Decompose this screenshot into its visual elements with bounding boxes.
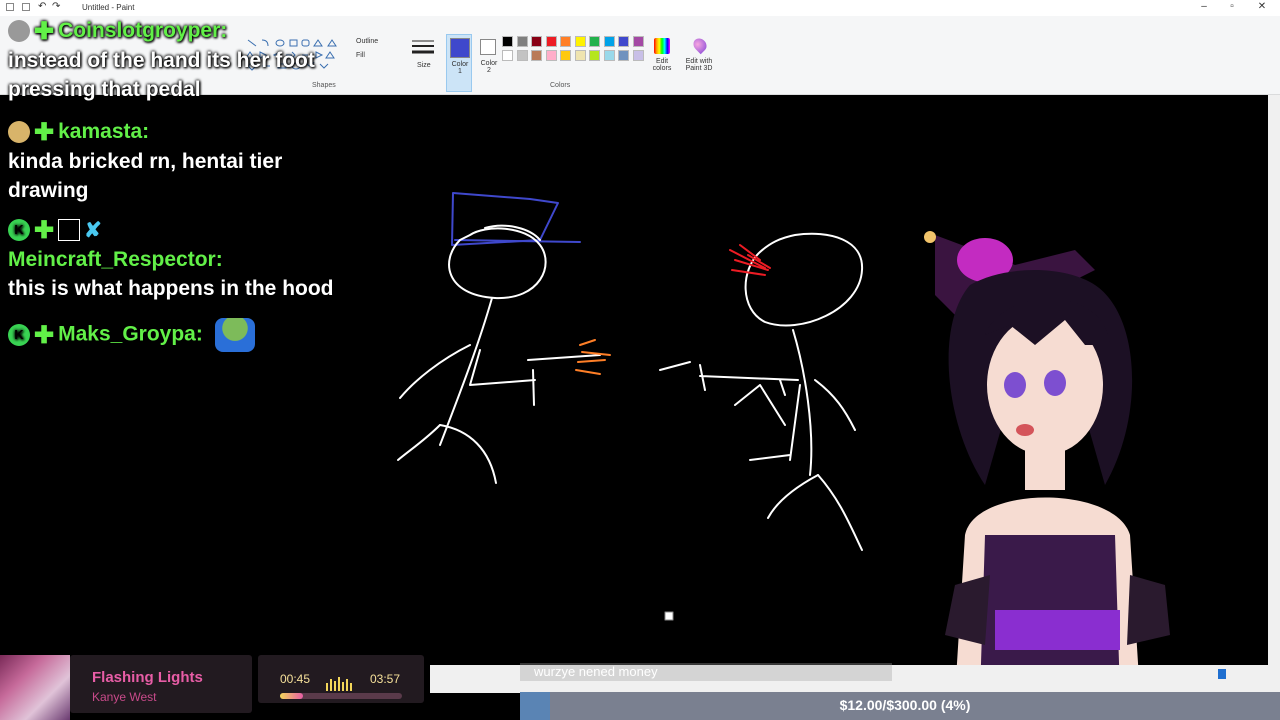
chat-message-line: pressing that pedal	[8, 77, 201, 101]
chat-message-line: this is what happens in the hood	[8, 276, 334, 300]
color1-button[interactable]: Color 1	[446, 34, 472, 92]
edit-colors-label: Edit colors	[652, 58, 672, 72]
donation-goal-bar: $12.00/$300.00 (4%)	[520, 692, 1280, 720]
window-title: Untitled - Paint	[82, 3, 135, 12]
chat-message: ✚ kamasta: kinda bricked rn, hentai tier …	[8, 117, 282, 205]
song-title: Flashing Lights	[92, 669, 203, 686]
paint3d-icon	[690, 35, 710, 55]
paint-app-icon	[6, 3, 14, 11]
color-wheel-icon	[654, 38, 670, 54]
edit-paint3d-label: Edit with Paint 3D	[685, 58, 713, 72]
palette-swatch[interactable]	[545, 50, 557, 61]
coin-badge-icon	[8, 20, 30, 43]
scroll-thumb[interactable]	[1218, 669, 1226, 679]
palette-swatch[interactable]	[531, 50, 542, 61]
palette-swatch[interactable]	[574, 36, 586, 47]
maximize-button[interactable]: ▫	[1222, 1, 1242, 12]
color2-swatch	[480, 39, 496, 55]
vertical-scrollbar[interactable]	[1268, 95, 1280, 670]
chat-message: K ✚ Maks_Groypa:	[8, 318, 259, 352]
palette-swatch[interactable]	[545, 36, 557, 47]
color2-label: Color 2	[480, 60, 498, 74]
chat-username: Meincraft_Respector:	[8, 247, 223, 271]
chat-message-line: instead of the hand its her foot	[8, 48, 315, 72]
undo-icon[interactable]: ↶	[38, 1, 46, 12]
song-artist: Kanye West	[92, 690, 157, 704]
plus-badge-icon: ✚	[34, 321, 55, 349]
chat-message: ✚ Coinslotgroyper: instead of the hand it…	[8, 16, 315, 104]
edit-with-paint3d-button[interactable]: Edit with Paint 3D	[680, 35, 718, 86]
chat-message-line: drawing	[8, 178, 89, 202]
palette-swatch[interactable]	[560, 36, 571, 47]
plus-badge-icon: ✚	[34, 118, 55, 146]
palette-swatch[interactable]	[618, 50, 629, 61]
song-progress-bar	[280, 693, 402, 699]
chat-username: Maks_Groypa:	[58, 322, 203, 346]
sword-badge-icon: ✘	[84, 218, 102, 242]
outline-dropdown[interactable]: Outline	[356, 38, 378, 45]
color1-label: Color 1	[451, 61, 469, 75]
palette-swatch[interactable]	[603, 50, 615, 61]
minimize-button[interactable]: –	[1194, 1, 1214, 12]
chat-username: Coinslotgroyper:	[58, 19, 228, 42]
song-info-card: Flashing Lights Kanye West	[70, 655, 252, 713]
chat-message: K ✚ ✘ Meincraft_Respector: this is what ha…	[8, 215, 334, 303]
colors-group-label: Colors	[550, 82, 571, 89]
kick-badge-icon: K	[8, 219, 30, 242]
kick-badge-icon: K	[8, 324, 30, 346]
color-palette	[502, 36, 662, 86]
elapsed-time: 00:45	[280, 672, 311, 686]
color1-swatch	[450, 38, 470, 58]
chat-username: kamasta:	[58, 120, 150, 143]
plus-badge-icon: ✚	[34, 216, 55, 244]
now-playing-widget: Flashing Lights Kanye West 00:45 03:57	[0, 655, 430, 720]
song-progress-fill	[280, 693, 304, 699]
plus-badge-icon: ✚	[34, 17, 55, 45]
palette-swatch[interactable]	[589, 50, 600, 61]
palette-swatch[interactable]	[531, 36, 542, 47]
palette-swatch[interactable]	[632, 50, 644, 61]
save-icon[interactable]	[22, 3, 30, 11]
size-label: Size	[417, 62, 431, 69]
size-button[interactable]: Size	[408, 36, 438, 80]
equalizer-icon	[326, 673, 354, 691]
album-cover	[0, 655, 70, 720]
donation-goal-text: $12.00/$300.00 (4%)	[839, 697, 971, 713]
square-badge-icon	[58, 219, 81, 242]
palette-swatch[interactable]	[603, 36, 615, 47]
title-bar: ↶ ↷ Untitled - Paint – ▫ ✕	[0, 0, 1280, 16]
shapes-group-label: Shapes	[312, 82, 336, 89]
chat-message-line: kinda bricked rn, hentai tier	[8, 149, 283, 173]
palette-swatch[interactable]	[516, 50, 528, 61]
palette-swatch[interactable]	[632, 36, 644, 47]
total-time: 03:57	[370, 672, 401, 686]
color2-button[interactable]: Color 2	[476, 34, 502, 92]
vtuber-avatar-art	[924, 231, 1170, 695]
palette-swatch[interactable]	[502, 50, 513, 61]
palette-swatch[interactable]	[618, 36, 629, 47]
close-button[interactable]: ✕	[1252, 1, 1272, 12]
palette-swatch[interactable]	[502, 36, 513, 47]
palette-swatch[interactable]	[516, 36, 528, 47]
pepe-emote-icon	[214, 318, 255, 352]
gold-coin-badge-icon	[8, 121, 30, 144]
palette-swatch[interactable]	[574, 50, 586, 61]
fill-dropdown[interactable]: Fill	[356, 52, 365, 59]
vtuber-avatar	[915, 225, 1175, 695]
size-lines-icon	[412, 40, 434, 54]
palette-swatch[interactable]	[560, 50, 571, 61]
donation-message: wurzye nened money	[520, 663, 892, 681]
playback-card: 00:45 03:57	[258, 655, 424, 703]
edit-colors-button[interactable]: Edit colors	[648, 36, 676, 86]
palette-swatch[interactable]	[589, 36, 600, 47]
redo-icon[interactable]: ↷	[52, 1, 60, 12]
